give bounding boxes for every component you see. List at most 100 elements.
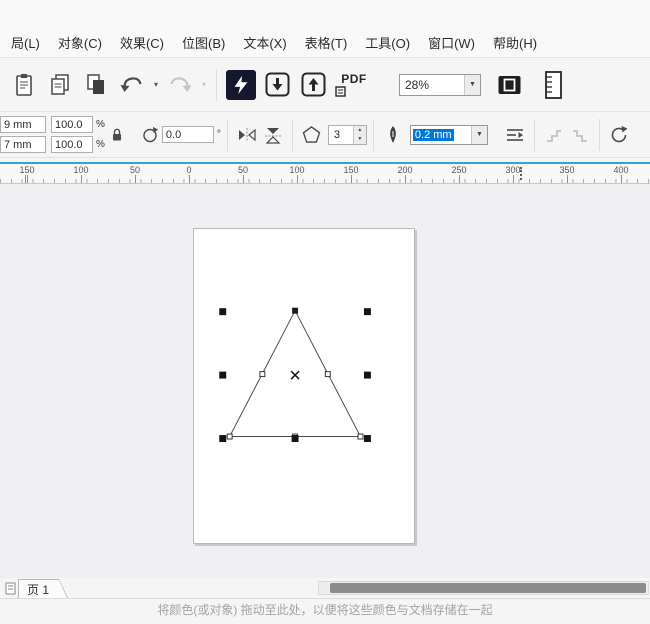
cascade-button[interactable] <box>541 122 567 148</box>
paste-icon <box>16 73 32 96</box>
wrap-text-icon <box>506 128 523 141</box>
rotation-angle-icon <box>143 126 158 142</box>
polygon-apex-node[interactable] <box>292 307 299 314</box>
horizontal-scrollbar[interactable] <box>318 581 649 595</box>
launcher-button[interactable] <box>223 65 259 105</box>
zoom-level-combo[interactable]: 28% ▼ <box>399 73 481 96</box>
ruler-tick-label: 100 <box>73 165 89 175</box>
page-nav-button[interactable] <box>2 580 18 596</box>
publish-pdf-button[interactable]: PDF <box>331 65 377 105</box>
polygon-node[interactable] <box>324 371 331 378</box>
scale-y-field[interactable]: 100.0 <box>51 136 93 153</box>
chevron-down-icon[interactable]: ▼ <box>470 125 487 144</box>
rotate-icon <box>611 125 628 142</box>
polygon-sides-value[interactable]: 3 <box>329 126 353 144</box>
page-navigation-bar: 页 1 <box>0 578 650 598</box>
spin-up-icon[interactable]: ▲ <box>353 125 366 135</box>
polygon-node[interactable] <box>259 371 266 378</box>
rotation-group: 0.0 ° <box>141 126 221 144</box>
ruler-tick-label: 300 <box>505 165 521 175</box>
undo-dropdown[interactable]: ▾ <box>150 65 162 105</box>
outline-width-value[interactable]: 0.2 mm <box>411 126 471 144</box>
menu-item[interactable]: 对象(C) <box>49 29 111 56</box>
menu-item[interactable]: 窗口(W) <box>419 29 484 56</box>
selection-handle[interactable] <box>363 435 371 442</box>
menu-item[interactable]: 帮助(H) <box>484 29 546 56</box>
export-button[interactable] <box>295 65 331 105</box>
scrollbar-thumb[interactable] <box>330 583 646 593</box>
fullscreen-icon <box>498 75 520 94</box>
undo-button[interactable] <box>114 65 150 105</box>
menu-item[interactable]: 文本(X) <box>234 29 295 56</box>
selection-handle[interactable] <box>219 435 227 442</box>
property-bar: 9 mm 7 mm 100.0 % 100.0 % 0.0 ° 3 ▲ ▼ 0.… <box>0 112 650 158</box>
standard-toolbar: ▾ ▾ PDF 28% ▼ <box>0 58 650 112</box>
fullscreen-preview-button[interactable] <box>491 65 527 105</box>
ruler-tick-label: 50 <box>129 165 141 175</box>
polygon-node[interactable] <box>226 433 233 440</box>
outline-width-indicator <box>380 122 406 148</box>
zoom-value[interactable]: 28% <box>400 75 464 95</box>
wrap-text-button[interactable] <box>502 122 528 148</box>
spin-down-icon[interactable]: ▼ <box>353 134 366 144</box>
propbar-separator <box>372 118 374 151</box>
polygon-sides-spinner[interactable]: 3 ▲ ▼ <box>327 124 367 145</box>
page-tab-label: 页 1 <box>19 580 67 598</box>
titlebar <box>0 0 650 28</box>
rotate-button[interactable] <box>606 122 632 148</box>
paste-button[interactable] <box>6 65 42 105</box>
ruler-tick-label: 150 <box>343 165 359 175</box>
undo-icon <box>120 76 142 92</box>
polygon-node[interactable] <box>357 433 364 440</box>
cascade-button[interactable] <box>567 122 593 148</box>
rotation-field[interactable]: 0.0 <box>161 126 214 143</box>
menu-item[interactable]: 效果(C) <box>111 29 173 56</box>
import-button[interactable] <box>259 65 295 105</box>
selection-handle[interactable] <box>219 371 227 379</box>
menu-item[interactable]: 工具(O) <box>356 29 419 56</box>
pdf-page-icon <box>335 85 346 97</box>
menu-bar: 局(L) 对象(C) 效果(C) 位图(B) 文本(X) 表格(T) 工具(O) 窗口(W) 帮… <box>0 28 650 58</box>
menu-item[interactable]: 局(L) <box>2 29 49 56</box>
triangle-shape[interactable] <box>228 309 362 438</box>
duplicate-icon <box>87 73 104 94</box>
selection-svg[interactable] <box>194 229 414 543</box>
selection-handle[interactable] <box>291 435 299 442</box>
page-tab[interactable]: 页 1 <box>18 579 68 598</box>
status-bar: 将颜色(或对象) 拖动至此处，以便将这些颜色与文档存储在一起 <box>0 598 650 619</box>
pen-nib-icon <box>390 125 396 143</box>
ruler-tick-label: 350 <box>559 165 575 175</box>
canvas-area[interactable] <box>0 184 650 578</box>
degree-label: ° <box>216 129 221 140</box>
position-y-field[interactable]: 7 mm <box>0 136 46 153</box>
ruler[interactable]: 150 100 50 0 50 100 150 200 250 300 350 400 <box>0 164 650 184</box>
selection-handle[interactable] <box>363 308 371 316</box>
propbar-separator <box>226 118 228 151</box>
propbar-separator <box>533 118 535 151</box>
export-icon <box>301 72 325 97</box>
duplicate-button[interactable] <box>78 65 114 105</box>
outline-width-combo[interactable]: 0.2 mm ▼ <box>409 124 488 145</box>
ruler-tick-label: 100 <box>289 165 305 175</box>
selection-handle[interactable] <box>219 308 227 316</box>
redo-button[interactable] <box>162 65 198 105</box>
propbar-separator <box>291 118 293 151</box>
redo-dropdown[interactable]: ▾ <box>198 65 210 105</box>
redo-icon <box>170 76 192 92</box>
stairs-icon <box>546 129 561 142</box>
scale-x-field[interactable]: 100.0 <box>51 116 93 133</box>
mirror-vertical-button[interactable] <box>260 122 286 148</box>
selection-handle[interactable] <box>363 371 371 379</box>
object-position: 9 mm 7 mm <box>0 116 46 153</box>
lock-ratio-button[interactable] <box>108 117 126 153</box>
document-page[interactable] <box>193 228 415 544</box>
chevron-down-icon[interactable]: ▼ <box>464 74 480 95</box>
menu-item[interactable]: 表格(T) <box>296 29 357 56</box>
ruler-tool-button[interactable] <box>539 65 575 105</box>
copy-button[interactable] <box>42 65 78 105</box>
selected-text: 0.2 mm <box>412 128 454 141</box>
mirror-horizontal-button[interactable] <box>234 122 260 148</box>
position-x-field[interactable]: 9 mm <box>0 116 46 133</box>
ruler-tick-label: 200 <box>397 165 413 175</box>
menu-item[interactable]: 位图(B) <box>173 29 234 56</box>
